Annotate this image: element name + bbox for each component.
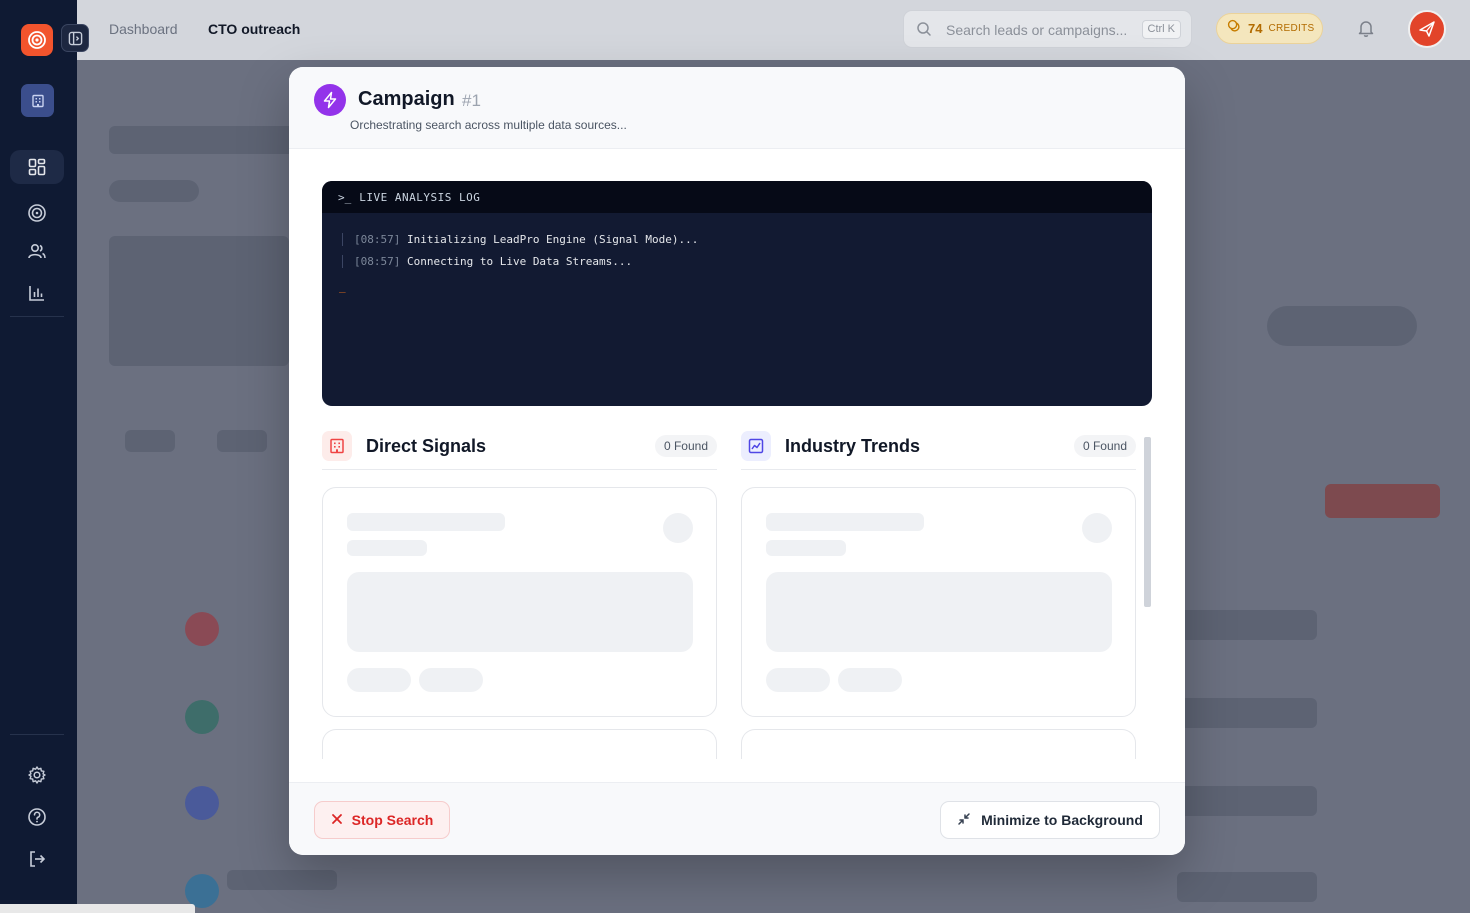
coins-icon — [1227, 19, 1242, 39]
page-title-placeholder — [109, 126, 299, 154]
row-placeholder — [1177, 872, 1317, 902]
building-icon[interactable] — [21, 84, 54, 117]
close-icon — [331, 812, 343, 828]
skeleton-avatar — [1082, 513, 1112, 543]
log-title: LIVE ANALYSIS LOG — [359, 190, 481, 204]
credits-value: 74 — [1248, 21, 1263, 36]
log-header: >_ LIVE ANALYSIS LOG — [322, 181, 1152, 213]
users-icon[interactable] — [10, 234, 64, 268]
skeleton-card — [741, 729, 1136, 759]
skeleton-line — [347, 540, 427, 556]
sidebar-divider — [10, 316, 64, 317]
filter-placeholder — [109, 180, 199, 202]
log-timestamp: [08:57] — [354, 233, 401, 246]
minimize-label: Minimize to Background — [981, 812, 1143, 828]
row-placeholder — [1177, 786, 1317, 816]
skeleton-avatar — [663, 513, 693, 543]
logout-icon[interactable] — [10, 842, 64, 876]
skeleton-pill — [838, 668, 902, 692]
campaign-number: #1 — [462, 91, 481, 110]
log-line: [08:57] Connecting to Live Data Streams.… — [342, 255, 632, 268]
chart-icon — [741, 431, 771, 461]
skeleton-block — [766, 572, 1112, 652]
industry-trends-title: Industry Trends — [785, 436, 921, 456]
industry-trends-header: Industry Trends 0 Found — [741, 430, 1136, 470]
bell-icon[interactable] — [1356, 18, 1376, 43]
minimize-button[interactable]: Minimize to Background — [940, 801, 1160, 839]
target-logo-icon[interactable] — [21, 24, 53, 56]
grid-icon[interactable] — [10, 150, 64, 184]
industry-trends-count: 0 Found — [1073, 435, 1136, 457]
log-timestamp: [08:57] — [354, 255, 401, 268]
skeleton-line — [766, 513, 924, 531]
modal-title: Campaign — [358, 88, 455, 110]
skeleton-block — [347, 572, 693, 652]
log-cursor: _ — [339, 280, 346, 293]
button-placeholder — [1267, 306, 1417, 346]
row-placeholder — [1177, 610, 1317, 640]
skeleton-card — [741, 487, 1136, 717]
avatar-placeholder — [185, 700, 219, 734]
skeleton-line — [766, 540, 846, 556]
skeleton-card — [322, 729, 717, 759]
search-icon — [916, 21, 932, 42]
terminal-icon: >_ — [338, 190, 352, 204]
stat-placeholder — [125, 430, 175, 452]
search-input[interactable]: Search leads or campaigns... Ctrl K — [903, 10, 1192, 48]
help-icon[interactable] — [10, 800, 64, 834]
skeleton-pill — [766, 668, 830, 692]
log-line: [08:57] Initializing LeadPro Engine (Sig… — [342, 233, 698, 246]
stop-search-button[interactable]: Stop Search — [314, 801, 450, 839]
direct-signals-count: 0 Found — [654, 435, 717, 457]
sidebar-toggle-icon[interactable] — [61, 24, 89, 52]
lightning-icon — [314, 84, 346, 116]
avatar-placeholder — [185, 786, 219, 820]
live-analysis-log: >_ LIVE ANALYSIS LOG [08:57] Initializin… — [322, 181, 1152, 406]
modal-header: Campaign #1 Orchestrating search across … — [289, 67, 1185, 149]
bar-chart-icon[interactable] — [10, 276, 64, 310]
credits-badge[interactable]: 74 CREDITS — [1216, 13, 1323, 44]
sidebar — [0, 0, 89, 913]
target-icon[interactable] — [10, 196, 64, 230]
stop-search-label: Stop Search — [351, 812, 434, 828]
direct-signals-header: Direct Signals 0 Found — [322, 430, 717, 470]
skeleton-pill — [347, 668, 411, 692]
skeleton-line — [347, 513, 505, 531]
campaign-modal: Campaign #1 Orchestrating search across … — [289, 67, 1185, 855]
gear-icon[interactable] — [10, 758, 64, 792]
log-message: Connecting to Live Data Streams... — [406, 255, 633, 268]
minimize-icon — [957, 812, 971, 829]
building-icon — [322, 431, 352, 461]
search-placeholder: Search leads or campaigns... — [946, 22, 1128, 38]
avatar-placeholder — [185, 874, 219, 908]
skeleton-pill — [419, 668, 483, 692]
scrollbar[interactable] — [1144, 437, 1151, 607]
modal-subtitle: Orchestrating search across multiple dat… — [350, 118, 627, 132]
row-placeholder — [227, 870, 337, 890]
skeleton-card — [322, 487, 717, 717]
breadcrumb-dashboard[interactable]: Dashboard — [109, 21, 178, 37]
log-message: Initializing LeadPro Engine (Signal Mode… — [406, 233, 699, 246]
action-button-placeholder — [1325, 484, 1440, 518]
sidebar-divider — [10, 734, 64, 735]
avatar-placeholder — [185, 612, 219, 646]
row-placeholder — [1177, 698, 1317, 728]
status-url-strip — [0, 904, 195, 913]
top-bar: Dashboard CTO outreach Search leads or c… — [77, 0, 1470, 60]
avatar[interactable] — [1408, 10, 1446, 48]
breadcrumb-current: CTO outreach — [208, 21, 301, 37]
stat-placeholder — [217, 430, 267, 452]
modal-footer: Stop Search Minimize to Background — [289, 782, 1185, 855]
credits-label: CREDITS — [1268, 23, 1315, 34]
card-placeholder — [109, 236, 289, 366]
direct-signals-title: Direct Signals — [366, 436, 487, 456]
search-shortcut: Ctrl K — [1141, 20, 1181, 39]
